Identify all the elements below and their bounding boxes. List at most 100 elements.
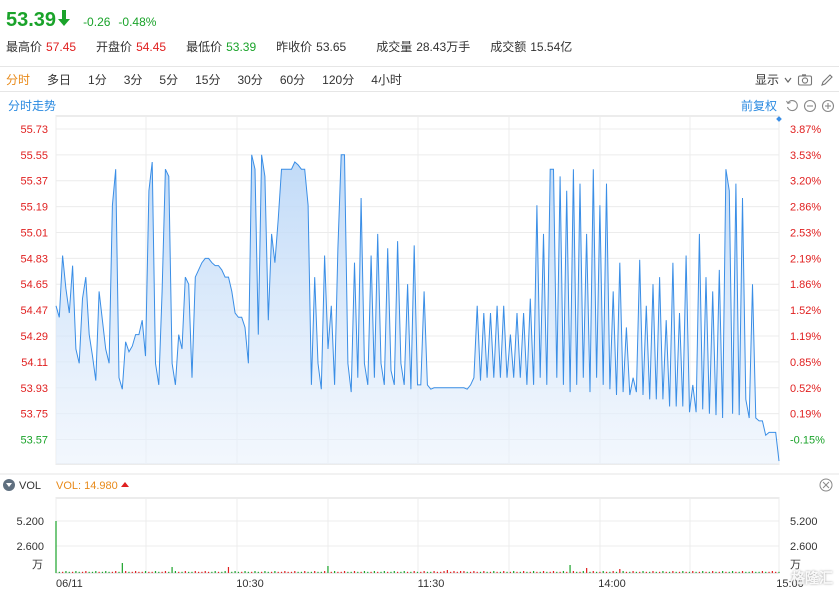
price-change: -0.26	[83, 15, 111, 29]
volume-bar	[251, 571, 253, 573]
volume-bar	[456, 571, 458, 573]
volume-bar	[78, 571, 80, 573]
volume-bar	[95, 571, 97, 573]
volume-bar	[244, 571, 246, 573]
volume-bar	[692, 571, 694, 573]
volume-bar	[337, 571, 339, 573]
volume-bar	[397, 571, 399, 573]
chevron-down-icon[interactable]	[783, 75, 793, 85]
volume-bar	[330, 571, 332, 573]
chart-controls: 前复权	[741, 97, 835, 114]
volume-bar	[105, 571, 107, 573]
volume-bar	[771, 571, 773, 573]
volume-bar	[214, 571, 216, 573]
volume-bar	[171, 567, 173, 573]
volume-bar	[523, 571, 525, 573]
volume-bar	[277, 571, 279, 573]
volume-bar	[181, 571, 183, 573]
volume-bar	[247, 571, 249, 573]
tab-60min[interactable]: 60分	[280, 71, 305, 88]
volume-bar	[125, 571, 127, 573]
volume-bar	[284, 571, 286, 573]
tab-15min[interactable]: 15分	[195, 71, 220, 88]
intraday-chart[interactable]: 55.73 3.87% 55.55 3.53% 55.37 3.20% 55.19 2.86%…	[0, 114, 839, 592]
y-tick-pct-label: 2.19%	[790, 253, 821, 265]
volume-bar	[115, 571, 117, 573]
volume-bar	[556, 571, 558, 573]
volume-bar	[672, 571, 674, 573]
volume-bar	[164, 571, 167, 573]
volume-bar	[615, 571, 618, 573]
volume-bar	[632, 571, 634, 573]
tab-4hour[interactable]: 4小时	[371, 71, 402, 88]
reset-icon[interactable]	[785, 99, 799, 113]
x-tick-label: 14:00	[598, 578, 626, 590]
volume-bar	[320, 571, 322, 573]
y-tick-pct-label: 3.20%	[790, 176, 821, 188]
volume-bar	[138, 571, 140, 573]
tab-intraday[interactable]: 分时	[6, 71, 30, 88]
volume-bar	[280, 571, 283, 573]
volume-bar	[503, 571, 505, 573]
volume-bar	[685, 571, 687, 573]
stat-low: 最低价 53.39	[186, 40, 257, 54]
stat-turnover: 成交额 15.54亿	[490, 40, 573, 54]
volume-bar	[586, 568, 588, 573]
tab-120min[interactable]: 120分	[322, 71, 354, 88]
volume-bar	[406, 571, 409, 573]
y-tick-label: 55.19	[20, 202, 48, 214]
volume-bar	[304, 571, 306, 573]
price-adjust-dropdown[interactable]: 前复权	[741, 97, 777, 114]
tab-1min[interactable]: 1分	[88, 71, 107, 88]
volume-bar	[128, 571, 130, 573]
tab-3min[interactable]: 3分	[124, 71, 143, 88]
volume-bar	[516, 571, 518, 573]
volume-bar	[367, 571, 369, 573]
stat-volume: 成交量 28.43万手	[376, 40, 471, 54]
y-tick-label: 54.83	[20, 253, 48, 265]
volume-bar	[622, 571, 624, 573]
volume-bar	[698, 571, 701, 573]
y-tick-pct-label: -0.15%	[790, 435, 825, 447]
chart-subbar: 分时走势 前复权	[0, 94, 839, 114]
volume-bar	[761, 571, 764, 573]
volume-bar	[758, 571, 760, 573]
volume-bar	[702, 571, 704, 573]
volume-bar	[121, 563, 123, 573]
volume-bar	[267, 571, 269, 573]
volume-bar	[314, 571, 316, 573]
volume-bar	[217, 571, 220, 573]
y-tick-label: 53.57	[20, 435, 48, 447]
volume-bar	[489, 571, 492, 573]
volume-bar	[254, 571, 256, 573]
tab-30min[interactable]: 30分	[237, 71, 262, 88]
volume-bar	[509, 571, 511, 573]
volume-bar	[592, 571, 594, 573]
pencil-icon[interactable]	[819, 73, 835, 87]
volume-bar	[98, 571, 100, 573]
volume-bar	[191, 571, 193, 573]
zoom-out-icon[interactable]	[803, 99, 817, 113]
volume-bar	[58, 571, 60, 573]
quote-header: 53.39 -0.26 -0.48% 最高价 57.45 开盘价 54.45 最低价…	[0, 0, 839, 64]
volume-bar	[287, 571, 289, 573]
volume-bar	[582, 571, 584, 573]
volume-bar	[307, 571, 309, 573]
volume-bar	[310, 571, 312, 573]
camera-icon[interactable]	[797, 73, 813, 87]
y-tick-label: 55.37	[20, 176, 48, 188]
volume-bar	[529, 571, 531, 573]
volume-bar	[473, 571, 475, 573]
volume-bar	[566, 571, 568, 573]
volume-bar	[413, 571, 415, 573]
zoom-in-icon[interactable]	[821, 99, 835, 113]
tab-multi-day[interactable]: 多日	[47, 71, 71, 88]
volume-bar	[373, 571, 375, 573]
display-dropdown[interactable]: 显示	[755, 71, 779, 88]
volume-bar	[333, 571, 336, 573]
chart-title: 分时走势	[8, 99, 57, 113]
volume-tick-label: 2.600	[16, 541, 44, 553]
volume-bar	[134, 571, 137, 573]
tab-5min[interactable]: 5分	[159, 71, 178, 88]
volume-bar	[755, 571, 757, 573]
